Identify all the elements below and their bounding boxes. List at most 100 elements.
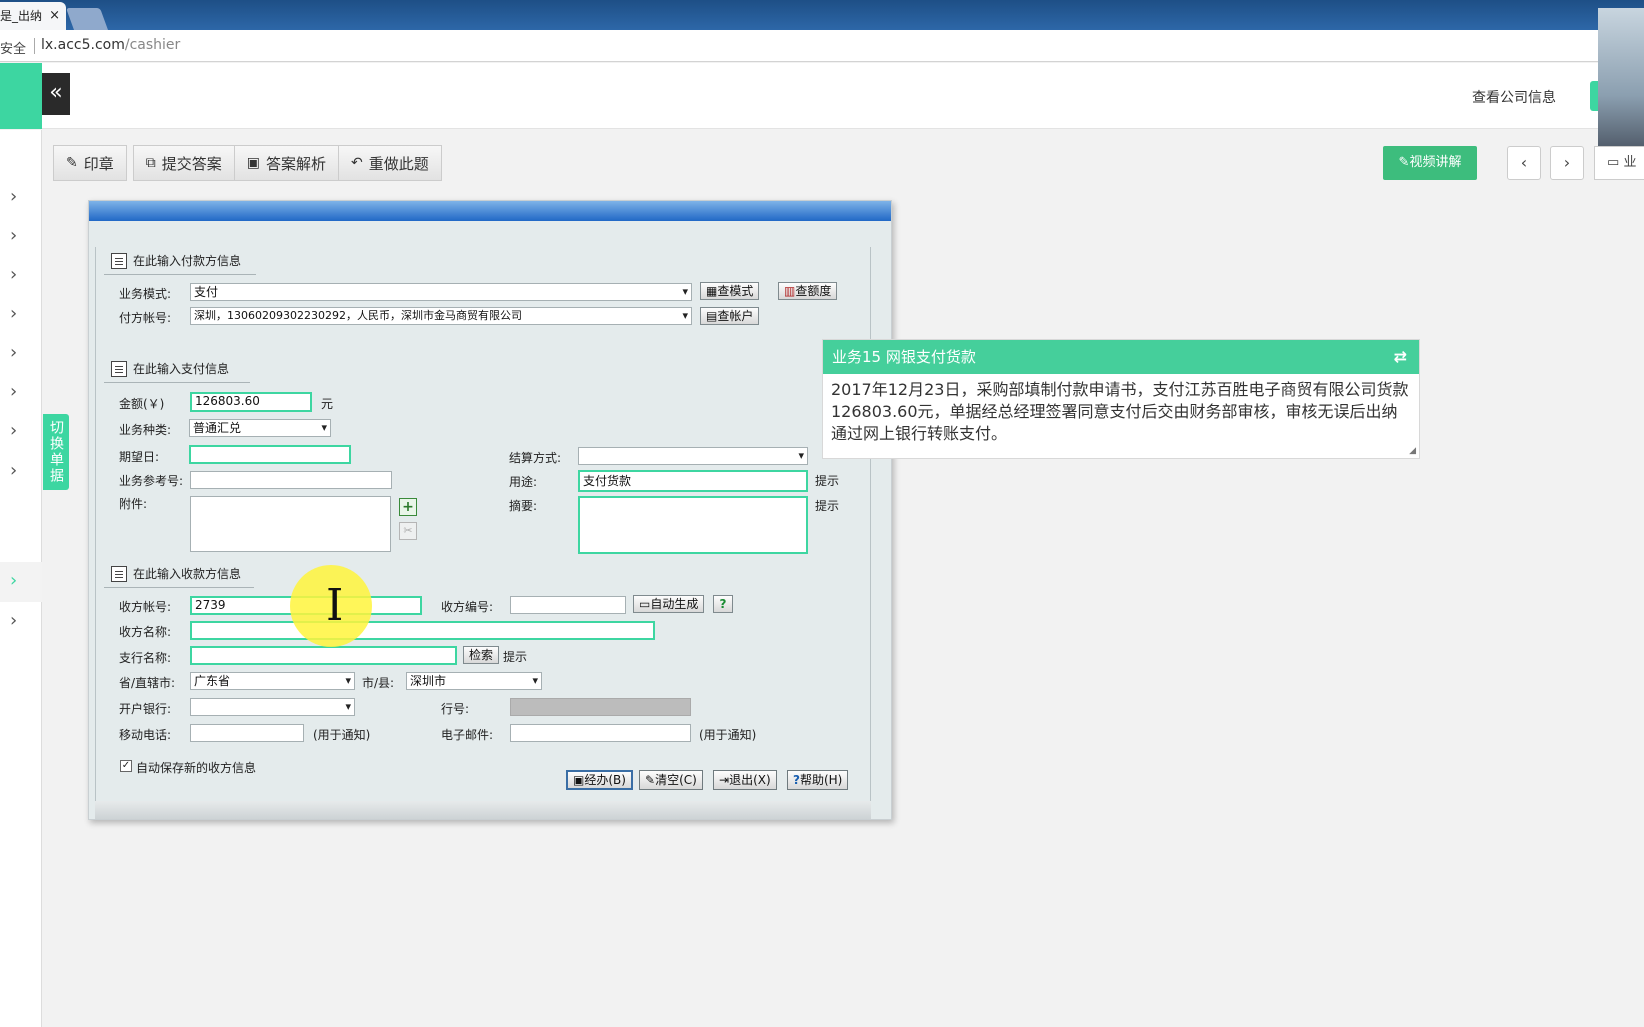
sidebar-item-3[interactable]: ›: [10, 264, 17, 285]
remove-attachment-icon[interactable]: ✂: [399, 522, 417, 540]
question-icon: ?: [793, 773, 800, 787]
new-tab-button[interactable]: [65, 8, 109, 30]
next-button[interactable]: ›: [1550, 146, 1584, 180]
url-path: /cashier: [124, 37, 181, 53]
webcam-overlay: [1598, 8, 1644, 154]
close-icon[interactable]: ×: [49, 2, 60, 30]
query-quota-button[interactable]: ▥查额度: [778, 282, 838, 300]
switch-document-tab[interactable]: 切换单据: [43, 414, 69, 490]
app-header: « 查看公司信息: [0, 63, 1644, 129]
sidebar-item-2[interactable]: ›: [10, 225, 17, 246]
help-button[interactable]: ?帮助(H): [787, 770, 849, 790]
address-divider: [34, 38, 35, 54]
summary-hint[interactable]: 提示: [815, 497, 839, 514]
swap-icon[interactable]: ⇄: [1394, 340, 1407, 374]
attach-list[interactable]: [190, 496, 391, 552]
stamp-button[interactable]: ✎ 印章: [53, 145, 127, 181]
purpose-hint[interactable]: 提示: [815, 472, 839, 489]
card-icon: ▭: [639, 597, 651, 611]
section-divider: [104, 274, 256, 275]
sidebar-item-8[interactable]: ›: [10, 460, 17, 481]
settle-select[interactable]: [578, 447, 808, 465]
sidebar-item-4[interactable]: ›: [10, 303, 17, 324]
document-icon: [111, 360, 127, 377]
autosave-checkbox[interactable]: ✓: [120, 760, 132, 772]
bank-no-label: 行号:: [441, 702, 470, 716]
collapse-sidebar-button[interactable]: «: [42, 73, 70, 115]
payer-section-title: 在此输入付款方信息: [111, 252, 241, 269]
form-footer: [95, 801, 871, 819]
clear-button[interactable]: ✎清空(C): [639, 770, 703, 790]
clear-label: 清空(C): [655, 773, 697, 787]
prev-button[interactable]: ‹: [1507, 146, 1541, 180]
sidebar-item-9[interactable]: ›: [10, 570, 17, 591]
province-select[interactable]: 广东省: [190, 672, 355, 690]
mobile-input[interactable]: [190, 724, 304, 742]
answer-analysis-button[interactable]: ▣ 答案解析: [233, 145, 339, 181]
query-account-label: 查帐户: [717, 309, 754, 323]
settle-label: 结算方式:: [509, 451, 562, 465]
query-mode-label: 查模式: [717, 284, 754, 298]
branch-hint[interactable]: 提示: [503, 648, 527, 665]
sidebar-item-7[interactable]: ›: [10, 420, 17, 441]
amount-input[interactable]: 126803.60: [190, 392, 312, 412]
form-titlebar: [89, 201, 891, 221]
company-info-link[interactable]: 查看公司信息: [1472, 87, 1556, 107]
redo-button[interactable]: ↶ 重做此题: [338, 145, 442, 181]
add-attachment-icon[interactable]: +: [399, 498, 417, 516]
business-list-button[interactable]: ▭ 业: [1594, 146, 1644, 180]
secure-label: 安全: [0, 42, 27, 57]
toolbar: ✎ 印章 ⧉ 提交答案 ▣ 答案解析 ↶ 重做此题: [53, 145, 442, 181]
business-label: 业: [1623, 155, 1637, 170]
summary-textarea[interactable]: [578, 496, 808, 554]
auto-generate-button[interactable]: ▭自动生成: [633, 595, 705, 613]
tab-title: 是_出纳: [0, 9, 43, 23]
ref-label: 业务参考号:: [119, 474, 184, 488]
ref-input[interactable]: [190, 471, 392, 489]
biz-type-select[interactable]: 普通汇兑: [189, 419, 331, 437]
payee-code-input[interactable]: [510, 596, 626, 614]
address-bar[interactable]: 安全 lx.acc5.com/cashier: [0, 30, 1644, 62]
text-cursor-icon: I: [326, 580, 344, 631]
bank-select[interactable]: [190, 698, 355, 716]
video-explain-button[interactable]: ✎视频讲解: [1383, 146, 1477, 180]
resize-grip-icon[interactable]: ◢: [1409, 446, 1416, 456]
query-account-button[interactable]: ▤查帐户: [700, 307, 760, 325]
payer-account-select[interactable]: 深圳，13060209302230292，人民币，深圳市金马商贸有限公司: [190, 307, 692, 325]
logo: [0, 63, 42, 129]
summary-label: 摘要:: [509, 499, 538, 513]
mobile-label: 移动电话:: [119, 728, 172, 742]
expect-date-input[interactable]: [189, 445, 351, 464]
purpose-input[interactable]: 支付货款: [578, 470, 808, 492]
task-description: 2017年12月23日，采购部填制付款申请书，支付江苏百胜电子商贸有限公司货款1…: [831, 380, 1409, 443]
payment-section-label: 在此输入支付信息: [133, 362, 230, 376]
help-icon[interactable]: ?: [713, 595, 733, 613]
city-select[interactable]: 深圳市: [406, 672, 542, 690]
sidebar-item-1[interactable]: ›: [10, 186, 17, 207]
mode-select[interactable]: 支付: [190, 283, 692, 301]
bank-no-input: [510, 698, 691, 716]
analysis-label: 答案解析: [266, 154, 327, 173]
mode-label: 业务模式:: [119, 287, 172, 301]
save-icon: ▣: [246, 155, 260, 171]
submit-answer-button[interactable]: ⧉ 提交答案: [132, 145, 234, 181]
payment-section-title: 在此输入支付信息: [111, 360, 229, 377]
task-header: 业务15 网银支付货款 ⇄: [823, 340, 1419, 374]
branch-input[interactable]: [190, 646, 457, 665]
browser-tab[interactable]: 是_出纳 ×: [0, 2, 66, 30]
exit-button[interactable]: ⇥退出(X): [713, 770, 777, 790]
process-icon: ▣: [573, 773, 585, 787]
browser-tabbar: 是_出纳 ×: [0, 0, 1644, 30]
process-button[interactable]: ▣经办(B): [566, 770, 633, 790]
query-quota-label: 查额度: [795, 284, 832, 298]
search-button[interactable]: 检索: [463, 646, 500, 664]
task-panel: 业务15 网银支付货款 ⇄ 2017年12月23日，采购部填制付款申请书，支付江…: [822, 339, 1420, 459]
url-text[interactable]: lx.acc5.com/cashier: [41, 37, 180, 53]
query-mode-button[interactable]: ▦查模式: [700, 282, 760, 300]
sidebar-item-5[interactable]: ›: [10, 342, 17, 363]
sidebar-item-6[interactable]: ›: [10, 381, 17, 402]
sidebar-item-10[interactable]: ›: [10, 610, 17, 631]
email-input[interactable]: [510, 724, 691, 742]
email-note: (用于通知): [699, 728, 757, 742]
payee-name-input[interactable]: [190, 621, 655, 640]
